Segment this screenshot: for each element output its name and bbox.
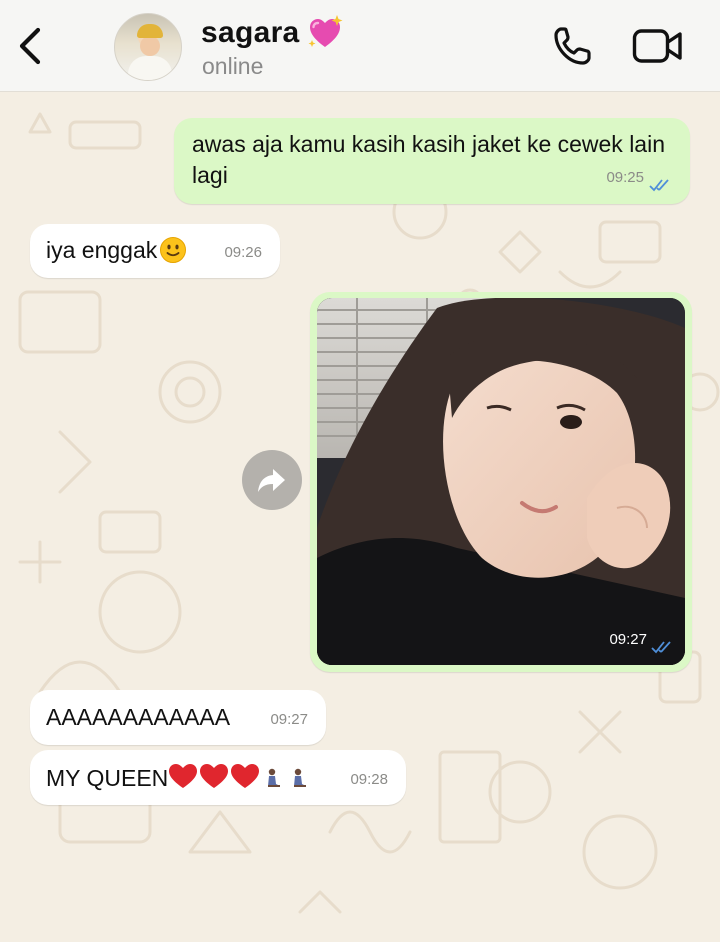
message-outgoing-image[interactable]: 09:27 bbox=[310, 292, 692, 672]
read-receipt-icon bbox=[649, 179, 669, 192]
red-hearts-icon bbox=[169, 764, 260, 788]
message-time: 09:27 bbox=[270, 711, 308, 728]
slightly-smiling-face-icon bbox=[160, 237, 187, 263]
read-receipt-icon bbox=[651, 641, 671, 654]
selfie-photo[interactable] bbox=[317, 298, 685, 665]
chevron-left-icon[interactable] bbox=[14, 24, 46, 68]
message-text: MY QUEEN bbox=[46, 765, 169, 791]
message-outgoing[interactable]: awas aja kamu kasih kasih jaket ke cewek… bbox=[174, 118, 690, 204]
contact-name[interactable]: sagara bbox=[201, 16, 300, 50]
forward-arrow-icon bbox=[258, 469, 285, 492]
message-text: iya enggak bbox=[46, 237, 158, 263]
message-incoming[interactable]: MY QUEEN 09:28 bbox=[30, 750, 406, 805]
message-incoming[interactable]: AAAAAAAAAAAA 09:27 bbox=[30, 690, 326, 745]
video-camera-icon[interactable] bbox=[632, 28, 684, 64]
forward-button[interactable] bbox=[242, 450, 302, 510]
kneeling-person-icon bbox=[268, 768, 307, 787]
message-time: 09:27 bbox=[609, 631, 647, 648]
message-text: AAAAAAAAAAAA bbox=[46, 704, 231, 730]
message-time: 09:26 bbox=[224, 244, 262, 261]
sparkling-heart-icon bbox=[308, 15, 343, 47]
avatar-face bbox=[140, 36, 160, 56]
avatar-shirt bbox=[128, 56, 172, 80]
chat-header: sagara online bbox=[0, 0, 720, 92]
message-incoming[interactable]: iya enggak 09:26 bbox=[30, 224, 280, 278]
message-time: 09:28 bbox=[350, 771, 388, 788]
avatar-cap bbox=[137, 24, 163, 38]
contact-avatar[interactable] bbox=[114, 13, 182, 81]
contact-status: online bbox=[202, 53, 264, 79]
phone-icon[interactable] bbox=[552, 25, 592, 67]
message-time: 09:25 bbox=[606, 169, 644, 186]
